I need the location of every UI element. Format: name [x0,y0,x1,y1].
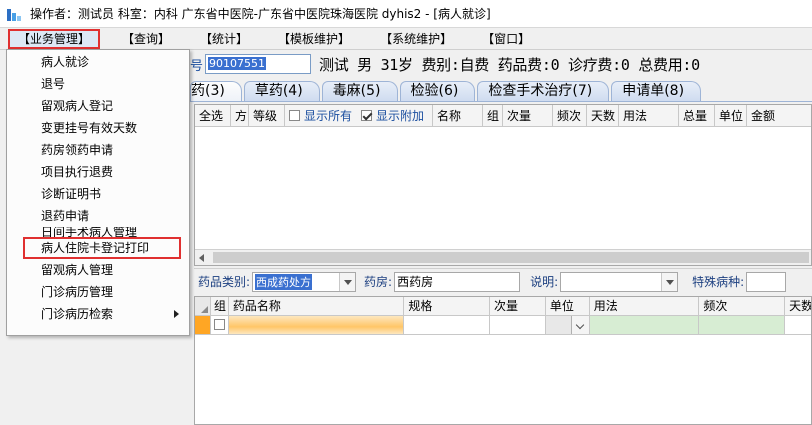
menu-business[interactable]: 【业务管理】 [8,28,101,49]
col-name: 名称 [433,105,483,126]
col-usage: 用法 [619,105,679,126]
scroll-left-icon[interactable] [199,254,204,262]
col-select-all[interactable]: 全选 [195,105,231,126]
menu-item-diagnosis-certificate[interactable]: 诊断证明书 [7,183,189,205]
row-header-corner [195,297,211,315]
drug-type-label: 药品类别: [198,275,251,289]
menu-item-record-manage[interactable]: 门诊病历管理 [7,281,189,303]
menu-item-day-surgery[interactable]: 日间手术病人管理 [7,227,189,237]
menu-window[interactable]: 【窗口】 [474,29,538,49]
table-row[interactable] [195,316,811,335]
group-checkbox[interactable] [213,319,225,330]
patient-summary: 测试 男 31岁 费别:自费 药品费:0 诊疗费:0 总费用:0 [319,55,700,74]
col-amount: 金额 [751,108,776,123]
menu-item-observation-register[interactable]: 留观病人登记 [7,95,189,117]
unit-cell[interactable] [545,316,590,334]
drug-name-cell[interactable] [228,316,405,334]
menu-item-drug-return[interactable]: 退药申请 [7,205,189,227]
chevron-down-icon[interactable] [570,316,589,334]
menu-query[interactable]: 【查询】 [114,29,178,49]
col-dose: 次量 [503,105,553,126]
menu-template[interactable]: 【模板维护】 [270,29,358,49]
col-level: 等级 [249,105,285,126]
menu-item-observation-manage[interactable]: 留观病人管理 [7,259,189,281]
note-select[interactable] [560,271,679,292]
special-disease-label: 特殊病种: [692,275,745,289]
col-fang: 方 [231,105,249,126]
col-total: 总量 [679,105,715,126]
prescription-grid-header: 全选 方 等级 显示所有 显示附加 名称 组 次量 频次 天数 用法 总量 单位… [195,105,811,127]
tab-western-drug[interactable]: 药(3) [190,81,242,101]
group-cell[interactable] [211,316,229,334]
col-days: 天数 [587,105,619,126]
prescription-grid[interactable]: 全选 方 等级 显示所有 显示附加 名称 组 次量 频次 天数 用法 总量 单位… [194,104,812,266]
frequency-cell[interactable] [699,316,786,334]
menu-item-change-valid-days[interactable]: 变更挂号有效天数 [7,117,189,139]
col-unit: 单位 [546,297,590,315]
patient-info-row: 号 90107551 测试 男 31岁 费别:自费 药品费:0 诊疗费:0 总费… [190,50,812,78]
row-indicator[interactable] [195,316,211,334]
app-chart-icon [6,7,22,21]
col-drug-name: 药品名称 [229,297,405,315]
menu-system[interactable]: 【系统维护】 [372,29,460,49]
col-group: 组 [211,297,229,315]
menu-bar: 【业务管理】 【查询】 【统计】 【模板维护】 【系统维护】 【窗口】 [0,28,812,50]
tab-application[interactable]: 申请单(8) [611,81,702,101]
tab-lab[interactable]: 检验(6) [399,81,476,101]
show-all-toggle[interactable]: 显示所有 [285,105,357,126]
menu-item-record-search[interactable]: 门诊病历检索 [7,303,189,325]
tab-herbal[interactable]: 草药(4) [243,81,320,101]
menu-item-patient-visit[interactable]: 病人就诊 [7,51,189,73]
col-spec: 规格 [404,297,491,315]
chevron-down-icon[interactable] [339,272,356,291]
menu-item-pharmacy-request[interactable]: 药房领药申请 [7,139,189,161]
drug-entry-grid[interactable]: 组 药品名称 规格 次量 单位 用法 频次 天数 [194,296,812,425]
business-menu-dropdown: 病人就诊 退号 留观病人登记 变更挂号有效天数 药房领药申请 项目执行退费 诊断… [6,49,190,336]
special-disease-select[interactable] [746,271,787,292]
dose-cell[interactable] [490,316,546,334]
horizontal-scrollbar[interactable] [195,249,811,265]
col-frequency: 频次 [699,297,786,315]
pharmacy-label: 药房: [364,275,393,289]
drug-filter-row: 药品类别: 西成药处方 药房: 西药房 说明: 特殊病种: [194,268,812,294]
window-title: 操作者：测试员 科室：内科 广东省中医院-广东省中医院珠海医院 dyhis2 -… [30,7,491,21]
col-unit: 单位 [715,105,747,126]
title-bar: 操作者：测试员 科室：内科 广东省中医院-广东省中医院珠海医院 dyhis2 -… [0,0,812,28]
col-group: 组 [483,105,503,126]
note-label: 说明: [530,275,559,289]
menu-item-item-refund[interactable]: 项目执行退费 [7,161,189,183]
pharmacy-select[interactable]: 西药房 [394,271,521,292]
scrollbar-thumb[interactable] [213,252,809,263]
show-extra-checkbox[interactable] [361,110,372,121]
usage-cell[interactable] [589,316,700,334]
menu-item-admission-card-print[interactable]: 病人住院卡登记打印 [23,237,181,259]
spec-cell [404,316,491,334]
days-cell[interactable] [785,316,811,334]
card-number-input[interactable]: 90107551 [205,54,312,74]
submenu-arrow-icon [174,310,179,318]
show-all-checkbox[interactable] [289,110,300,121]
show-extra-toggle[interactable]: 显示附加 [357,105,433,126]
drug-type-select[interactable]: 西成药处方 [252,271,357,292]
menu-item-refund-registration[interactable]: 退号 [7,73,189,95]
tab-exam-surgery[interactable]: 检查手术治疗(7) [477,81,610,101]
order-tabs: 药(3) 草药(4) 毒麻(5) 检验(6) 检查手术治疗(7) 申请单(8) [190,80,812,102]
chevron-down-icon[interactable] [661,272,678,291]
menu-statistics[interactable]: 【统计】 [192,29,256,49]
card-number-label: 号 [190,58,204,74]
drug-entry-grid-header: 组 药品名称 规格 次量 单位 用法 频次 天数 [195,297,811,316]
col-frequency: 频次 [553,105,587,126]
col-days: 天数 [789,299,812,313]
tab-narcotic[interactable]: 毒麻(5) [321,81,398,101]
col-dose: 次量 [490,297,546,315]
col-usage: 用法 [590,297,700,315]
